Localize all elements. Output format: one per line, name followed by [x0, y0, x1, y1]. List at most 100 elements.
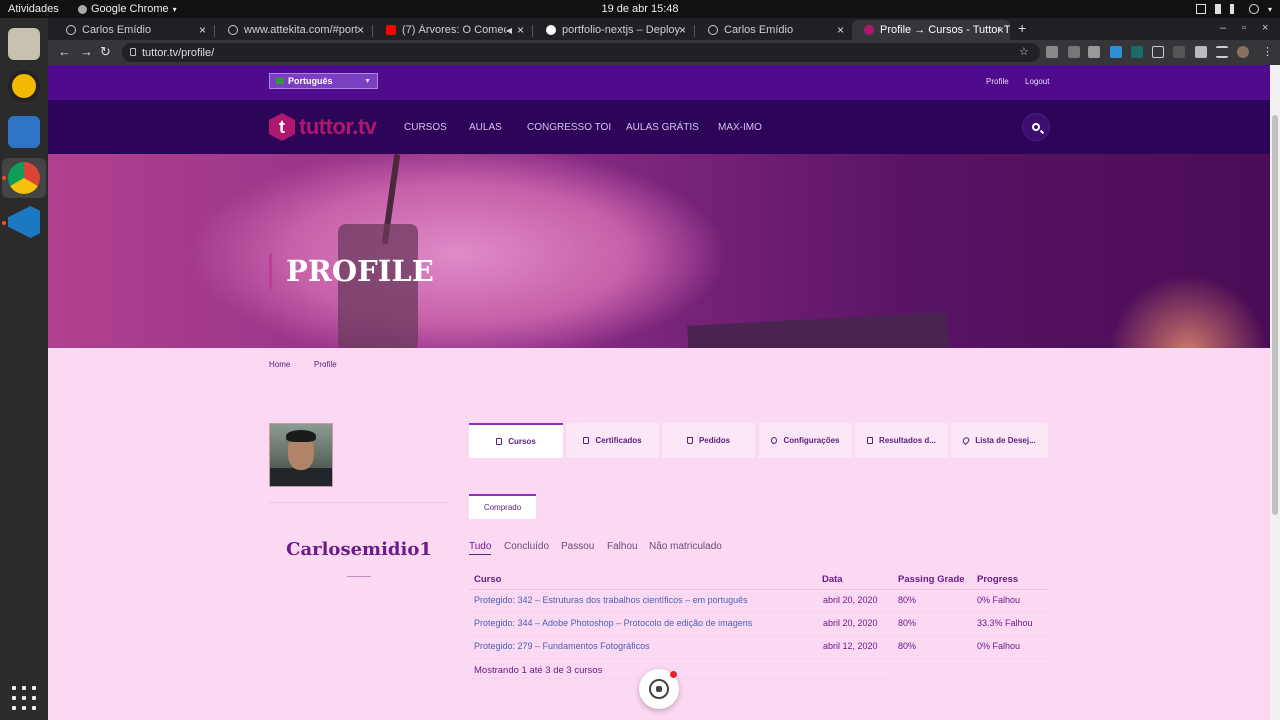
- nav-max-imo[interactable]: MAX-IMO: [718, 122, 762, 133]
- bluetooth-icon: [1214, 4, 1221, 14]
- browser-toolbar: ← → ↻ tuttor.tv/profile/ ☆ ⋮: [48, 40, 1280, 65]
- new-tab-button[interactable]: +: [1018, 20, 1026, 36]
- filter-concluido[interactable]: Concluído: [504, 541, 549, 552]
- vercel-favicon: [546, 25, 556, 35]
- browser-tab[interactable]: portfolio-nextjs – Deploy ×: [534, 20, 692, 40]
- caret-down-icon: ▾: [172, 4, 177, 14]
- browser-tab-active[interactable]: Profile → Cursos - Tuttor T ×: [852, 20, 1010, 40]
- breadcrumb-home[interactable]: Home: [269, 360, 290, 369]
- menu-kebab-icon[interactable]: ⋮: [1262, 45, 1273, 58]
- back-button[interactable]: ←: [58, 44, 71, 59]
- breadcrumb-profile[interactable]: Profile: [314, 360, 337, 369]
- reading-list-icon[interactable]: [1216, 46, 1228, 58]
- nav-cursos[interactable]: CURSOS: [404, 122, 447, 133]
- tab-pedidos[interactable]: Pedidos: [662, 423, 755, 458]
- react-devtools-icon[interactable]: [1131, 46, 1143, 58]
- profile-avatar-icon[interactable]: [1237, 46, 1249, 58]
- logo-text: tuttor.tv: [299, 114, 377, 139]
- progress-status: 33.3% Falhou: [977, 618, 1033, 628]
- youtube-favicon: [386, 25, 396, 35]
- nav-aulas[interactable]: AULAS: [469, 122, 502, 133]
- filter-tudo[interactable]: Tudo: [469, 541, 492, 555]
- tuttor-favicon: [864, 25, 874, 35]
- filter-falhou[interactable]: Falhou: [607, 541, 638, 552]
- browser-tab[interactable]: www.attekita.com/#port ×: [216, 20, 370, 40]
- clock[interactable]: 19 de abr 15:48: [0, 3, 1280, 15]
- nav-congresso-toi[interactable]: CONGRESSO TOI: [527, 122, 611, 133]
- heart-icon: [961, 435, 971, 446]
- whatsapp-chat-button[interactable]: [639, 669, 679, 709]
- column-header-passing-grade: Passing Grade: [898, 574, 965, 585]
- avatar[interactable]: [269, 423, 333, 487]
- power-icon: [1248, 4, 1259, 14]
- files-icon[interactable]: [8, 28, 40, 60]
- extensions-puzzle-icon[interactable]: [1195, 46, 1207, 58]
- camera-extension-icon[interactable]: [1046, 46, 1058, 58]
- favicon: [66, 25, 76, 35]
- subtab-comprado[interactable]: Comprado: [469, 494, 536, 519]
- tab-lista-de-desejos[interactable]: Lista de Desej...: [951, 423, 1048, 458]
- table-row: Protegido: 344 – Adobe Photoshop – Proto…: [469, 613, 1049, 636]
- close-tab-icon[interactable]: ×: [517, 23, 524, 37]
- close-tab-icon[interactable]: ×: [357, 23, 364, 37]
- browser-tab[interactable]: Carlos Emídio ×: [54, 20, 212, 40]
- browser-tab[interactable]: (7) Árvores: O Começo ◀ ×: [374, 20, 530, 40]
- search-icon: [1032, 123, 1040, 131]
- logout-link[interactable]: Logout: [1025, 77, 1049, 86]
- minimize-button[interactable]: –: [1220, 22, 1226, 34]
- filter-nao-matriculado[interactable]: Não matriculado: [649, 541, 722, 552]
- tab-strip: Carlos Emídio × www.attekita.com/#port ×…: [48, 18, 1280, 40]
- close-tab-icon[interactable]: ×: [679, 23, 686, 37]
- close-tab-icon[interactable]: ×: [837, 23, 844, 37]
- tab-configuracoes[interactable]: Configurações: [759, 423, 852, 458]
- profile-link[interactable]: Profile: [986, 77, 1009, 86]
- rhythmbox-icon[interactable]: [8, 70, 40, 102]
- reload-button[interactable]: ↻: [100, 44, 111, 60]
- profile-tabs: Cursos Certificados Pedidos Configuraçõe…: [469, 423, 1049, 458]
- passing-grade: 80%: [898, 595, 917, 605]
- extension-icon[interactable]: [1173, 46, 1185, 58]
- scrollbar-thumb[interactable]: [1272, 115, 1278, 515]
- show-apps-icon[interactable]: [12, 686, 36, 710]
- forward-button[interactable]: →: [80, 44, 93, 59]
- progress-status: 0% Falhou: [977, 641, 1021, 651]
- network-icon: [1195, 4, 1206, 14]
- close-tab-icon[interactable]: ×: [997, 23, 1004, 37]
- tab-resultados[interactable]: Resultados d...: [855, 423, 948, 458]
- page-scrollbar[interactable]: [1270, 65, 1280, 720]
- brazil-flag-icon: [276, 78, 284, 84]
- language-select[interactable]: Português ▼: [269, 73, 378, 89]
- course-link[interactable]: Protegido: 342 – Estruturas dos trabalho…: [474, 595, 748, 605]
- course-link[interactable]: Protegido: 279 – Fundamentos Fotográfico…: [474, 641, 650, 651]
- filter-passou[interactable]: Passou: [561, 541, 594, 552]
- chrome-icon[interactable]: [8, 162, 40, 194]
- nav-aulas-gratis[interactable]: AULAS GRÁTIS: [626, 122, 699, 133]
- download-extension-icon[interactable]: [1110, 46, 1122, 58]
- tab-cursos[interactable]: Cursos: [469, 423, 563, 458]
- audio-icon[interactable]: ◀: [506, 26, 512, 35]
- close-window-button[interactable]: ×: [1262, 22, 1268, 34]
- course-link[interactable]: Protegido: 344 – Adobe Photoshop – Proto…: [474, 618, 752, 628]
- address-bar[interactable]: tuttor.tv/profile/: [122, 43, 1040, 62]
- tab-certificados[interactable]: Certificados: [566, 423, 659, 458]
- bookmark-star-icon[interactable]: ☆: [1019, 45, 1029, 58]
- vscode-icon[interactable]: [8, 206, 40, 238]
- search-button[interactable]: [1022, 113, 1050, 141]
- app-menu[interactable]: Google Chrome ▾: [78, 3, 177, 15]
- logo-mark: t: [269, 113, 295, 141]
- activities-button[interactable]: Atividades: [0, 3, 78, 15]
- top-strip: Português ▼ Profile Logout: [48, 65, 1270, 100]
- writer-icon[interactable]: [8, 116, 40, 148]
- system-tray[interactable]: ▾: [1195, 0, 1272, 18]
- close-tab-icon[interactable]: ×: [199, 23, 206, 37]
- column-header-curso: Curso: [474, 574, 502, 585]
- column-header-data: Data: [822, 574, 843, 585]
- book-icon: [496, 438, 503, 445]
- extension-icon[interactable]: [1088, 46, 1100, 58]
- extension-icon[interactable]: [1068, 46, 1080, 58]
- browser-tab[interactable]: Carlos Emídio ×: [696, 20, 850, 40]
- screenshot-extension-icon[interactable]: [1152, 46, 1164, 58]
- divider: [347, 576, 371, 577]
- site-logo[interactable]: t tuttor.tv: [269, 113, 377, 141]
- maximize-button[interactable]: ▫: [1242, 22, 1246, 34]
